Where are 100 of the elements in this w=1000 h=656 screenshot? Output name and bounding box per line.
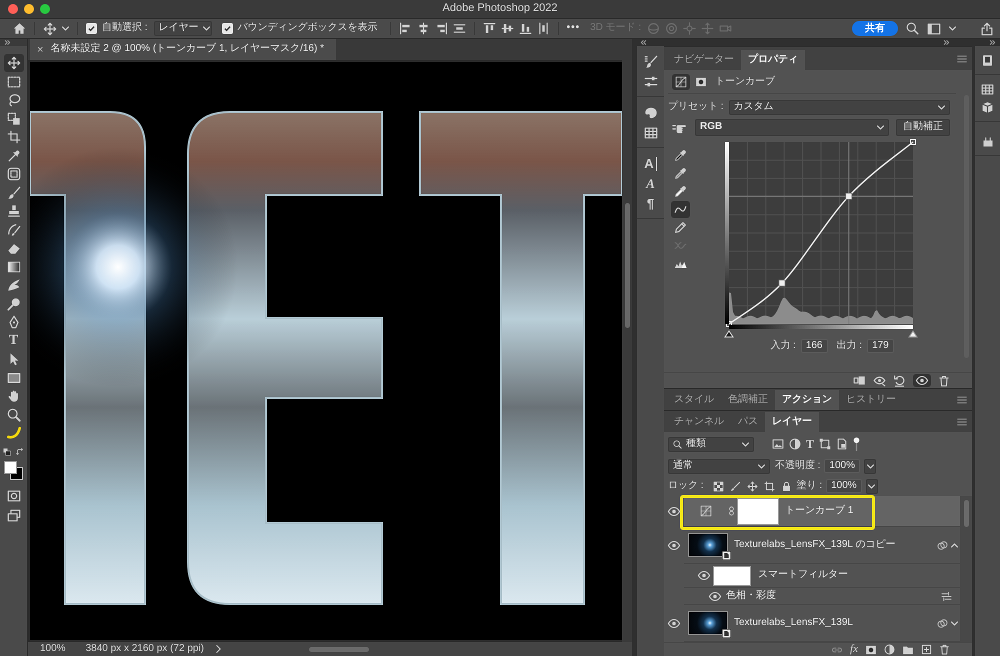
caret-icon[interactable] (868, 484, 876, 488)
trash-icon[interactable] (939, 644, 950, 655)
square-corners-icon[interactable] (819, 438, 832, 450)
square-frame-icon[interactable] (981, 54, 994, 67)
distribute-icon[interactable] (452, 22, 466, 35)
target-dropdown[interactable]: レイヤー (154, 21, 212, 36)
brush-icon[interactable] (730, 480, 741, 492)
curve-point[interactable] (778, 280, 786, 286)
palette-icon[interactable] (644, 106, 658, 120)
curve-point[interactable] (845, 192, 852, 200)
double-chevron-icon[interactable] (943, 40, 950, 45)
align-left-icon[interactable] (398, 22, 412, 35)
lasso-icon[interactable] (6, 93, 20, 108)
document-tab[interactable]: × 名称未設定 2 @ 100% (トーンカーブ 1, レイヤーマスク/16) * (30, 39, 336, 60)
overlapping-circles-icon[interactable] (937, 618, 948, 628)
mask-icon[interactable] (865, 644, 877, 656)
menu-icon[interactable] (957, 396, 967, 404)
layer-row[interactable]: スマートフィルター (684, 564, 960, 588)
opacity-field[interactable]: 100% (824, 459, 860, 473)
chevron-right-icon[interactable] (216, 645, 221, 653)
share-button[interactable]: 共有 (852, 21, 898, 36)
minimize-icon[interactable] (24, 4, 34, 14)
eye-icon[interactable] (668, 507, 680, 516)
align-center-icon[interactable] (416, 22, 430, 35)
align-top-icon[interactable] (482, 22, 496, 35)
mini-swatches-icon[interactable] (3, 448, 11, 456)
checkerboard-icon[interactable] (712, 480, 724, 492)
panel-tab[interactable]: スタイル (667, 390, 721, 410)
home-icon[interactable] (13, 22, 26, 35)
glow-thumbnail[interactable] (688, 611, 728, 635)
input-value-field[interactable]: 166 (800, 339, 828, 353)
eye-icon[interactable] (668, 619, 680, 628)
panel-tab[interactable]: プロパティ (741, 50, 805, 70)
eyedropper-icon[interactable] (674, 184, 686, 198)
eye-icon[interactable] (668, 541, 680, 550)
pencil-icon[interactable] (674, 220, 686, 234)
mask-thumbnail[interactable] (737, 498, 779, 524)
preset-dropdown[interactable]: カスタム (728, 100, 950, 115)
crop-marks-icon[interactable] (764, 480, 775, 492)
plug-icon[interactable] (982, 136, 994, 148)
output-value-field[interactable]: 179 (867, 339, 894, 353)
highlight-slider-handle[interactable] (908, 330, 918, 338)
panel-button[interactable]: A (646, 177, 655, 191)
double-chevron-icon[interactable] (989, 40, 996, 45)
image-icon[interactable] (772, 438, 784, 450)
mask-thumbnail[interactable] (713, 566, 751, 586)
eye-icon[interactable] (709, 592, 721, 600)
align-right-icon[interactable] (434, 22, 448, 35)
channel-dropdown[interactable]: RGB (695, 119, 889, 136)
zoom-icon[interactable] (6, 408, 20, 422)
square-frame-icon[interactable] (6, 167, 20, 182)
fill-field[interactable]: 100% (826, 479, 862, 493)
caret-icon[interactable] (202, 26, 210, 31)
lock-icon[interactable] (780, 480, 792, 492)
document-icon[interactable] (836, 438, 848, 450)
panel-button[interactable]: A (644, 157, 657, 171)
search-icon[interactable] (673, 440, 682, 448)
fill-menu-button[interactable] (866, 478, 878, 494)
caret-icon[interactable] (951, 542, 958, 548)
clip-squares-icon[interactable] (853, 374, 866, 387)
zoom-level[interactable]: 100% (40, 642, 66, 656)
share-icon[interactable] (980, 22, 994, 36)
caret-icon[interactable] (951, 620, 958, 626)
search-icon[interactable] (906, 22, 919, 35)
curve-grid-icon[interactable] (700, 505, 712, 517)
caret-icon[interactable] (758, 464, 765, 468)
sliders-icon[interactable] (644, 75, 658, 89)
stamp-icon[interactable] (6, 204, 20, 218)
type-filter-button[interactable]: T (806, 438, 814, 450)
scrollbar-thumb[interactable] (964, 500, 968, 527)
dashed-rectangle-icon[interactable] (6, 74, 20, 89)
rectangle-icon[interactable] (6, 370, 20, 385)
color-swatches-icon[interactable] (4, 460, 23, 480)
bounding-box-checkbox[interactable] (222, 23, 233, 34)
close-tab-button[interactable]: × (37, 44, 44, 56)
caret-icon[interactable] (742, 442, 749, 446)
mask-icon[interactable] (695, 76, 707, 88)
scrollbar-thumb[interactable] (309, 646, 369, 652)
move-icon[interactable] (43, 22, 57, 36)
panel-tab[interactable]: ヒストリー (839, 390, 903, 410)
chain-link-icon[interactable] (729, 506, 734, 516)
gradient-icon[interactable] (6, 260, 20, 274)
pen-nib-icon[interactable] (6, 315, 20, 330)
align-middle-icon[interactable] (500, 22, 514, 35)
panel-tab[interactable]: アクション (775, 390, 839, 410)
filter-kind-dropdown[interactable]: 種類 (668, 436, 754, 452)
layer-row[interactable]: 色相・彩度 (684, 588, 960, 605)
brush-list-icon[interactable] (644, 55, 658, 69)
half-circle-icon[interactable] (884, 644, 895, 655)
type-tool[interactable]: T (8, 334, 18, 348)
auto-button[interactable]: 自動補正 (896, 119, 950, 136)
eye-icon[interactable] (698, 571, 710, 580)
hand-icon[interactable] (6, 389, 20, 404)
sliders-icon[interactable] (941, 590, 952, 602)
trash-icon[interactable] (938, 374, 950, 386)
crescent-icon[interactable] (6, 426, 20, 440)
eyedropper-icon[interactable] (674, 148, 686, 162)
crop-icon[interactable] (6, 130, 20, 144)
curl-brush-icon[interactable] (6, 222, 20, 237)
caret-icon[interactable] (62, 26, 69, 31)
